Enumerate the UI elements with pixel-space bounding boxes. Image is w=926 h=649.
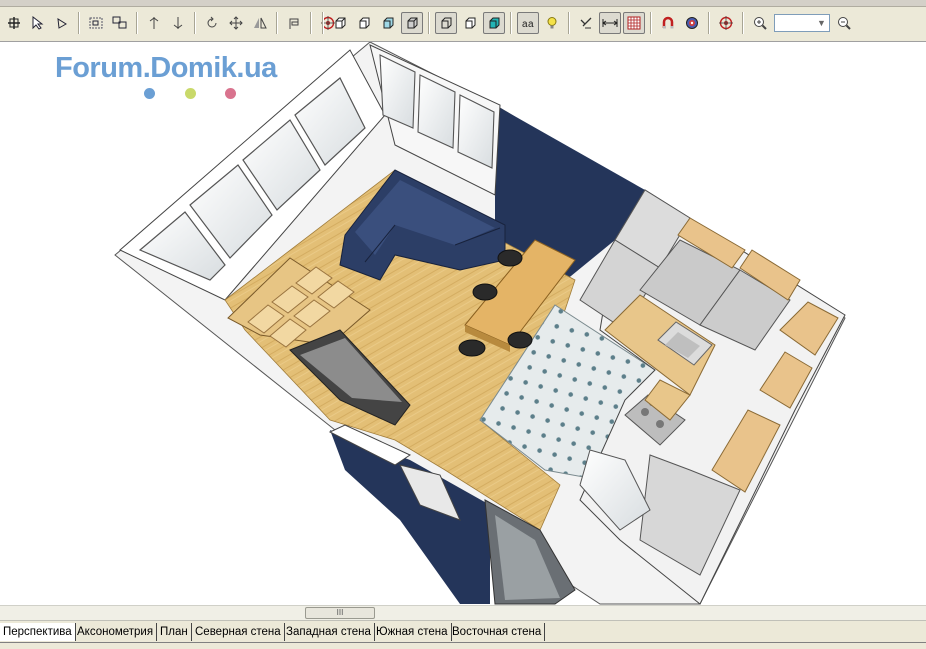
toolbar-separator	[568, 12, 570, 34]
watermark-logo: Forum.Domik.ua	[55, 52, 277, 84]
rotate-icon[interactable]	[201, 12, 223, 34]
view-tabs: Перспектива Аксонометрия План Северная с…	[0, 620, 926, 649]
measure-icon[interactable]	[575, 12, 597, 34]
toolbar-separator	[708, 12, 710, 34]
toolbar-separator	[78, 12, 80, 34]
tab-east-wall[interactable]: Восточная стена	[449, 623, 546, 641]
view-front-icon[interactable]	[329, 12, 351, 34]
ungroup-icon[interactable]	[109, 12, 131, 34]
pointer-icon[interactable]	[27, 12, 49, 34]
toolbar-separator	[428, 12, 430, 34]
move-icon[interactable]	[225, 12, 247, 34]
mirror-icon[interactable]	[249, 12, 271, 34]
zoom-level-select[interactable]: ▼	[774, 14, 830, 32]
align-horizontal-icon[interactable]	[167, 12, 189, 34]
toolbar-separator	[136, 12, 138, 34]
view-box-shaded-icon[interactable]	[377, 12, 399, 34]
text-labels-icon[interactable]: aa	[517, 12, 539, 34]
watermark-dot	[144, 88, 155, 99]
toolbar-separator	[322, 12, 324, 34]
view-textured-icon[interactable]	[483, 12, 505, 34]
horizontal-scrollbar[interactable]: III	[0, 605, 926, 621]
tab-west-wall[interactable]: Западная стена	[283, 623, 375, 641]
view-tools-group: aa ▼	[318, 11, 856, 35]
watermark-dot	[225, 88, 236, 99]
svg-text:a: a	[528, 19, 534, 30]
toolbar-separator	[310, 12, 312, 34]
toolbar-separator	[510, 12, 512, 34]
edit-node-icon[interactable]	[51, 12, 73, 34]
tab-axonometry[interactable]: Аксонометрия	[74, 623, 158, 641]
snap-target-icon[interactable]	[681, 12, 703, 34]
grid-icon[interactable]	[623, 12, 645, 34]
center-target-icon[interactable]	[715, 12, 737, 34]
zoom-out-icon[interactable]	[833, 12, 855, 34]
tabs-baseline	[0, 642, 926, 643]
dimension-icon[interactable]	[599, 12, 621, 34]
main-toolbar: aa ▼	[0, 0, 926, 42]
tab-perspective[interactable]: Перспектива	[0, 623, 76, 641]
toolbar-separator	[742, 12, 744, 34]
zoom-in-icon[interactable]	[749, 12, 771, 34]
room-3d-render	[114, 42, 846, 605]
view-wire-2-icon[interactable]	[459, 12, 481, 34]
toolbar-separator	[194, 12, 196, 34]
view-box-solid-icon[interactable]	[401, 12, 423, 34]
tab-south-wall[interactable]: Южная стена	[373, 623, 452, 641]
edit-tools-group	[2, 11, 340, 35]
select-add-icon[interactable]	[3, 12, 25, 34]
scrollbar-thumb[interactable]: III	[305, 607, 375, 619]
chevron-down-icon[interactable]: ▼	[816, 17, 827, 29]
tab-plan[interactable]: План	[157, 623, 192, 641]
align-vertical-icon[interactable]	[143, 12, 165, 34]
attach-icon[interactable]	[283, 12, 305, 34]
view-wire-icon[interactable]	[435, 12, 457, 34]
toolbar-separator	[276, 12, 278, 34]
light-bulb-icon[interactable]	[541, 12, 563, 34]
magnet-icon[interactable]	[657, 12, 679, 34]
group-icon[interactable]	[85, 12, 107, 34]
watermark-dot	[185, 88, 196, 99]
toolbar-separator	[650, 12, 652, 34]
3d-viewport[interactable]: Forum.Domik.ua	[0, 42, 926, 605]
tab-north-wall[interactable]: Северная стена	[192, 623, 285, 641]
toolbar-top-strip	[0, 0, 926, 7]
view-box-icon[interactable]	[353, 12, 375, 34]
